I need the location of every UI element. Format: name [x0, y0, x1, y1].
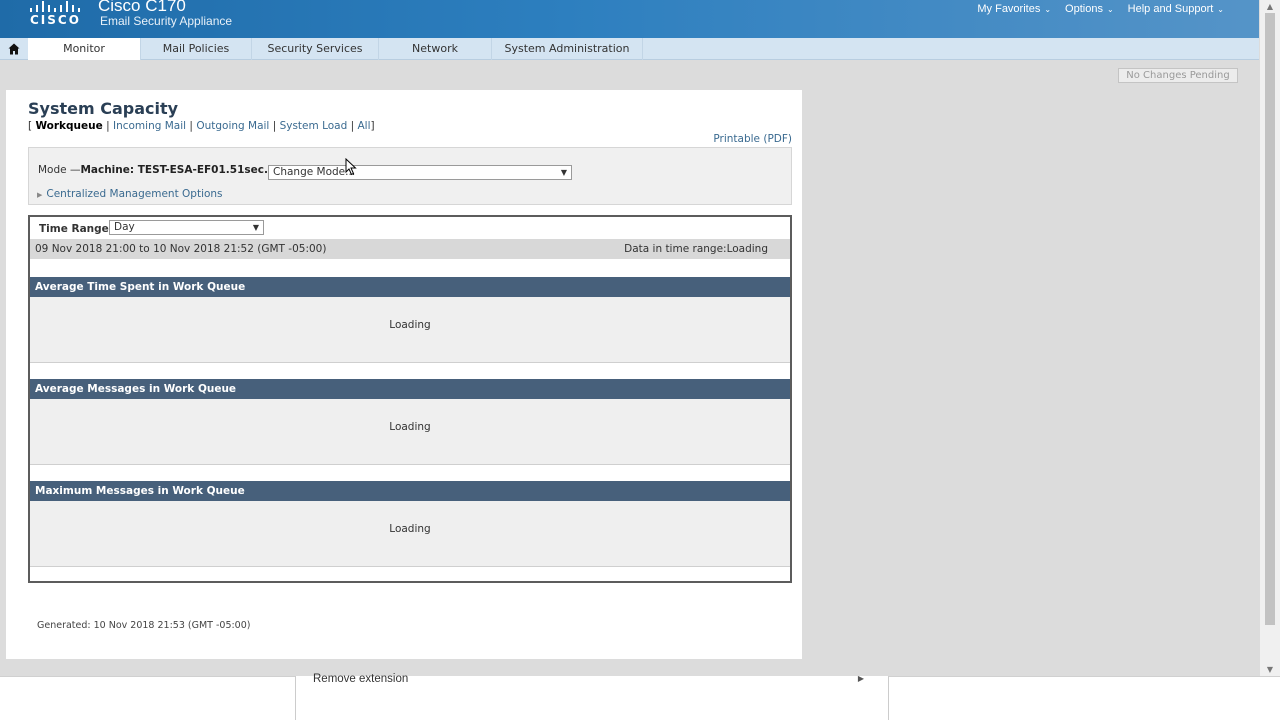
section-body-avg-messages: Loading [30, 399, 790, 465]
section-header-max-messages: Maximum Messages in Work Queue [30, 481, 790, 501]
scroll-down-icon[interactable]: ▼ [1260, 665, 1280, 674]
date-range-row: 09 Nov 2018 21:00 to 10 Nov 2018 21:52 (… [30, 239, 790, 259]
section-header-avg-time: Average Time Spent in Work Queue [30, 277, 790, 297]
main-nav-tabs: Monitor Mail Policies Security Services … [0, 38, 1259, 60]
product-subtitle: Email Security Appliance [100, 14, 233, 28]
section-body-avg-time: Loading [30, 297, 790, 363]
cisco-logo: CISCO [28, 0, 82, 30]
remove-extension-menu-item[interactable]: Remove extension [313, 673, 408, 685]
tab-network[interactable]: Network [379, 38, 492, 60]
chevron-down-icon: ⌄ [1044, 5, 1052, 14]
tab-mail-policies[interactable]: Mail Policies [141, 38, 252, 60]
mode-box: Mode —Machine: TEST-ESA-EF01.51sec.ca Ch… [28, 147, 792, 205]
app-header: CISCO Cisco C170 Email Security Applianc… [0, 0, 1259, 38]
tab-system-administration[interactable]: System Administration [492, 38, 643, 60]
main-panel: System Capacity [ Workqueue | Incoming M… [6, 90, 802, 659]
submenu-arrow-icon: ▶ [857, 674, 864, 683]
section-body-max-messages: Loading [30, 501, 790, 567]
time-range-select[interactable]: Day ▼ [109, 220, 264, 235]
change-mode-select[interactable]: Change Mode... ▼ [268, 165, 572, 180]
dropdown-arrow-icon: ▼ [252, 223, 259, 232]
scrollbar-thumb[interactable] [1265, 13, 1275, 625]
home-icon[interactable] [0, 38, 28, 60]
centralized-management-options-link[interactable]: ▶ Centralized Management Options [37, 188, 223, 200]
date-range: 09 Nov 2018 21:00 to 10 Nov 2018 21:52 (… [35, 243, 327, 255]
context-menu: Remove extension ▶ [295, 673, 889, 720]
my-favorites-menu[interactable]: My Favorites ⌄ [977, 3, 1051, 15]
data-status: Data in time range:Loading [624, 243, 768, 255]
triangle-right-icon: ▶ [37, 191, 43, 199]
chevron-down-icon: ⌄ [1106, 5, 1114, 14]
report-subnav: [ Workqueue | Incoming Mail | Outgoing M… [28, 120, 375, 132]
printable-pdf-link[interactable]: Printable (PDF) [713, 133, 792, 145]
help-and-support-menu[interactable]: Help and Support ⌄ [1128, 3, 1224, 15]
time-range-label: Time Range: [39, 223, 113, 235]
mouse-cursor-icon [345, 158, 357, 176]
scroll-up-icon[interactable]: ▲ [1260, 2, 1280, 11]
cisco-wordmark: CISCO [30, 13, 81, 27]
chevron-down-icon: ⌄ [1217, 5, 1224, 14]
no-changes-pending-button[interactable]: No Changes Pending [1118, 68, 1238, 83]
top-nav: My Favorites ⌄ Options ⌄ Help and Support ⌄ [977, 3, 1224, 15]
subnav-system-load[interactable]: System Load [280, 120, 348, 132]
subnav-incoming-mail[interactable]: Incoming Mail [113, 120, 186, 132]
generated-timestamp: Generated: 10 Nov 2018 21:53 (GMT -05:00… [37, 620, 251, 631]
page-title: System Capacity [28, 99, 179, 118]
dropdown-arrow-icon: ▼ [560, 168, 567, 177]
tab-security-services[interactable]: Security Services [252, 38, 379, 60]
vertical-scrollbar[interactable]: ▲ ▼ [1259, 0, 1280, 676]
machine-name: Machine: TEST-ESA-EF01.51sec.ca [80, 164, 282, 176]
tab-monitor[interactable]: Monitor [28, 38, 141, 60]
options-menu[interactable]: Options ⌄ [1065, 3, 1114, 15]
subnav-outgoing-mail[interactable]: Outgoing Mail [196, 120, 269, 132]
report-box: Time Range: Day ▼ 09 Nov 2018 21:00 to 10… [28, 215, 792, 583]
subnav-all[interactable]: All [358, 120, 371, 132]
mode-label: Mode —Machine: TEST-ESA-EF01.51sec.ca [38, 164, 282, 176]
section-header-avg-messages: Average Messages in Work Queue [30, 379, 790, 399]
subnav-workqueue: Workqueue [35, 120, 103, 132]
cisco-logo-bars [28, 0, 82, 12]
